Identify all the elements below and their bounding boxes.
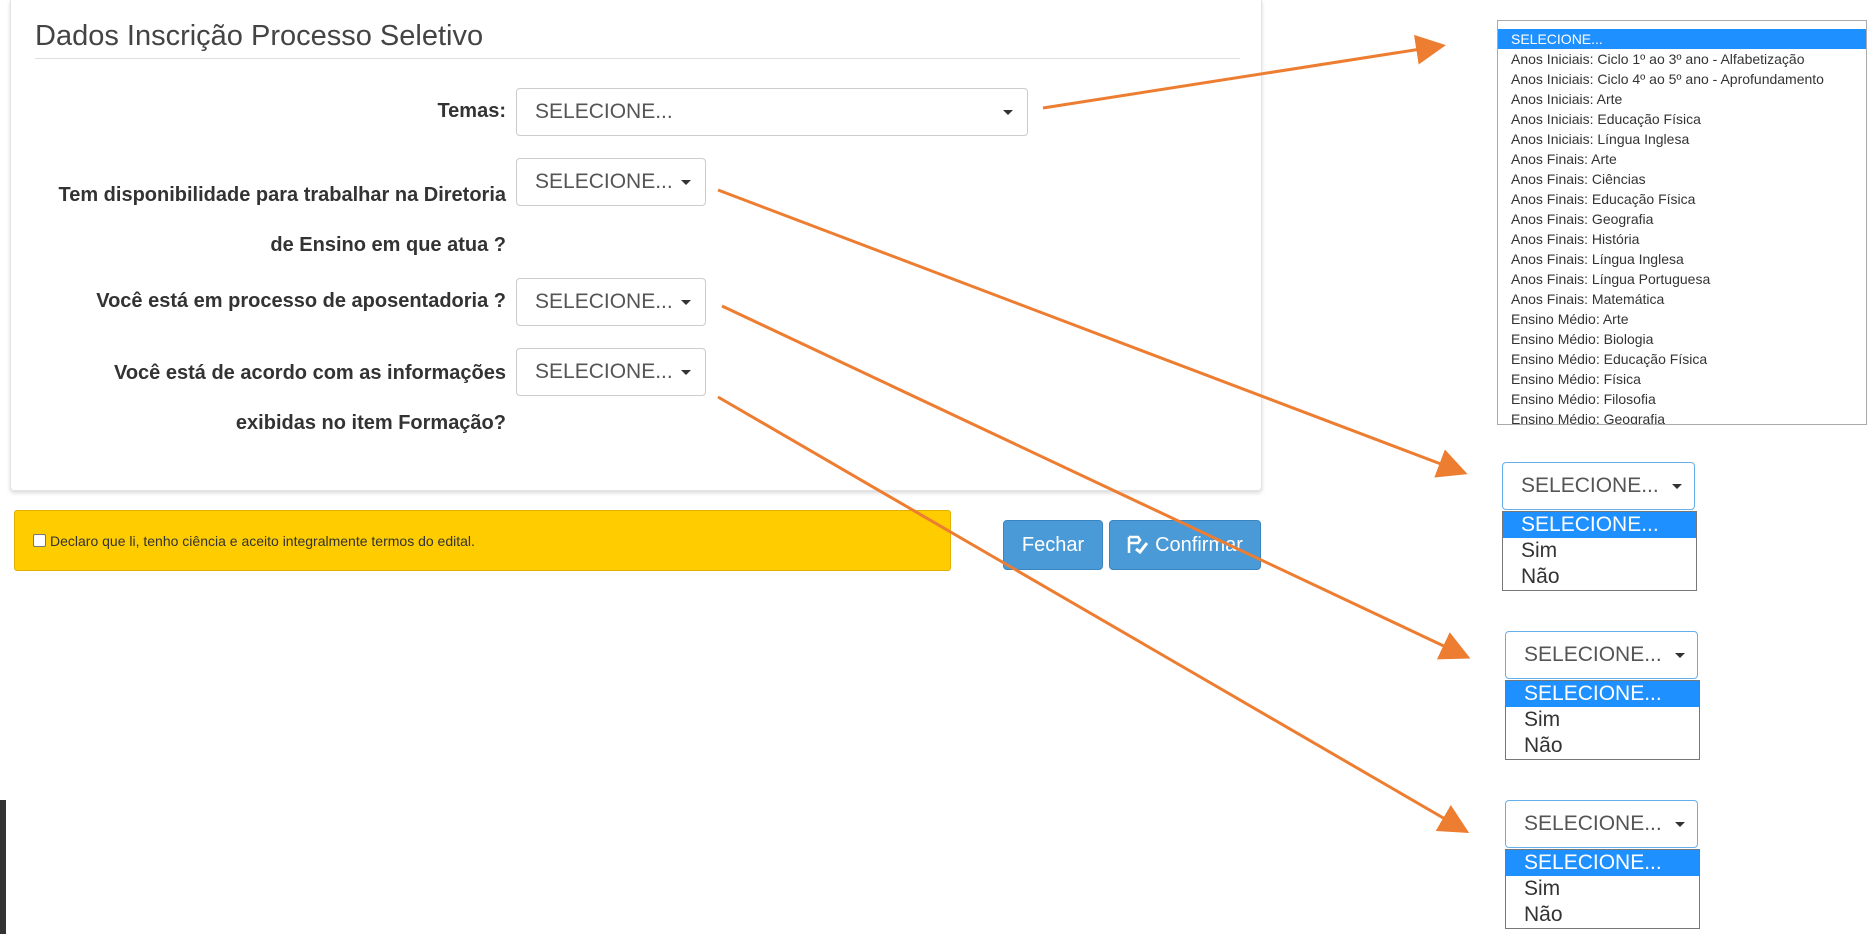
chevron-down-icon	[681, 180, 691, 185]
chevron-down-icon	[1003, 110, 1013, 115]
disponibilidade-label: Tem disponibilidade para trabalhar na Di…	[21, 170, 506, 270]
temas-option[interactable]: Ensino Médio: Filosofia	[1498, 389, 1866, 409]
disponibilidade-select-value: SELECIONE...	[535, 170, 673, 193]
temas-option[interactable]: Ensino Médio: Arte	[1498, 309, 1866, 329]
option-item[interactable]: Não	[1503, 564, 1696, 590]
close-button-label: Fechar	[1021, 533, 1085, 556]
disponibilidade-select[interactable]: SELECIONE...	[516, 158, 706, 206]
chevron-down-icon	[681, 370, 691, 375]
formacao-select-expanded[interactable]: SELECIONE...	[1505, 800, 1698, 848]
temas-select-value: SELECIONE...	[535, 100, 673, 123]
option-item[interactable]: Sim	[1506, 707, 1699, 733]
option-item[interactable]: Sim	[1503, 538, 1696, 564]
option-item[interactable]: Não	[1506, 902, 1699, 928]
temas-option[interactable]: SELECIONE...	[1498, 29, 1866, 49]
form-panel: Dados Inscrição Processo Seletivo Temas:…	[10, 0, 1262, 491]
temas-label-line: Temas:	[437, 100, 506, 122]
option-item[interactable]: SELECIONE...	[1503, 512, 1696, 538]
temas-option[interactable]: Ensino Médio: Educação Física	[1498, 349, 1866, 369]
temas-option[interactable]: Anos Iniciais: Língua Inglesa	[1498, 129, 1866, 149]
signature-icon	[1127, 535, 1149, 555]
confirm-button-label: Confirmar	[1155, 533, 1243, 556]
disponibilidade-options-list[interactable]: SELECIONE... Sim Não	[1502, 511, 1697, 591]
disponibilidade-select-expanded[interactable]: SELECIONE...	[1502, 462, 1695, 510]
formacao-options-list[interactable]: SELECIONE... Sim Não	[1505, 849, 1700, 929]
aposentadoria-options-list[interactable]: SELECIONE... Sim Não	[1505, 680, 1700, 760]
aposentadoria-label-line: Você está em processo de aposentadoria ?	[96, 290, 506, 312]
select-value: SELECIONE...	[1521, 474, 1659, 497]
terms-notice-text: Declaro que li, tenho ciência e aceito i…	[50, 532, 475, 549]
terms-notice: Declaro que li, tenho ciência e aceito i…	[14, 510, 951, 571]
temas-option[interactable]: Ensino Médio: Física	[1498, 369, 1866, 389]
title-divider	[35, 58, 1240, 59]
select-value: SELECIONE...	[1524, 812, 1662, 835]
panel-title: Dados Inscrição Processo Seletivo	[35, 20, 484, 52]
chevron-down-icon	[1675, 653, 1685, 658]
temas-option[interactable]: Anos Iniciais: Ciclo 1º ao 3º ano - Alfa…	[1498, 49, 1866, 69]
temas-option[interactable]: Anos Finais: Língua Inglesa	[1498, 249, 1866, 269]
formacao-select[interactable]: SELECIONE...	[516, 348, 706, 396]
temas-option[interactable]: Anos Finais: Ciências	[1498, 169, 1866, 189]
confirm-button[interactable]: Confirmar	[1109, 520, 1261, 570]
temas-option[interactable]: Anos Finais: Educação Física	[1498, 189, 1866, 209]
temas-option[interactable]: Anos Finais: Arte	[1498, 149, 1866, 169]
select-value: SELECIONE...	[1524, 643, 1662, 666]
temas-option[interactable]: Anos Finais: Matemática	[1498, 289, 1866, 309]
formacao-select-value: SELECIONE...	[535, 360, 673, 383]
aposentadoria-select[interactable]: SELECIONE...	[516, 278, 706, 326]
chevron-down-icon	[1672, 484, 1682, 489]
terms-checkbox[interactable]	[33, 534, 46, 547]
disponibilidade-label-line-1: Tem disponibilidade para trabalhar na Di…	[58, 184, 506, 206]
chevron-down-icon	[1675, 822, 1685, 827]
temas-option[interactable]: Anos Finais: História	[1498, 229, 1866, 249]
aposentadoria-select-value: SELECIONE...	[535, 290, 673, 313]
listbox-top-cutoff	[1498, 21, 1866, 29]
aposentadoria-select-expanded[interactable]: SELECIONE...	[1505, 631, 1698, 679]
formacao-label: Você está de acordo com as informações e…	[21, 348, 506, 448]
formacao-label-line-1: Você está de acordo com as informações	[113, 362, 506, 384]
temas-option[interactable]: Anos Finais: Geografia	[1498, 209, 1866, 229]
formacao-label-line-2: exibidas no item Formação?	[235, 412, 506, 434]
option-item[interactable]: Não	[1506, 733, 1699, 759]
temas-option[interactable]: Anos Iniciais: Arte	[1498, 89, 1866, 109]
option-item[interactable]: SELECIONE...	[1506, 850, 1699, 876]
temas-options-list[interactable]: SELECIONE... Anos Iniciais: Ciclo 1º ao 3…	[1497, 20, 1867, 425]
aposentadoria-label: Você está em processo de aposentadoria ?	[21, 290, 506, 313]
close-button[interactable]: Fechar	[1003, 520, 1103, 570]
temas-option[interactable]: Anos Finais: Língua Portuguesa	[1498, 269, 1866, 289]
temas-option[interactable]: Ensino Médio: Geografia	[1498, 409, 1866, 424]
temas-option[interactable]: Anos Iniciais: Educação Física	[1498, 109, 1866, 129]
temas-select[interactable]: SELECIONE...	[516, 88, 1028, 136]
option-item[interactable]: Sim	[1506, 876, 1699, 902]
left-edge-bar	[0, 800, 6, 934]
temas-option[interactable]: Ensino Médio: Biologia	[1498, 329, 1866, 349]
temas-option[interactable]: Anos Iniciais: Ciclo 4º ao 5º ano - Apro…	[1498, 69, 1866, 89]
temas-label: Temas:	[21, 100, 506, 123]
chevron-down-icon	[681, 300, 691, 305]
disponibilidade-label-line-2: de Ensino em que atua ?	[270, 234, 506, 256]
option-item[interactable]: SELECIONE...	[1506, 681, 1699, 707]
